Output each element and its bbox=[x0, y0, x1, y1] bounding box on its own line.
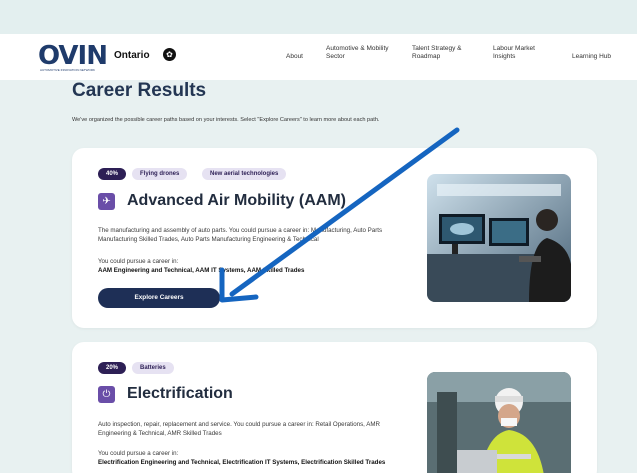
ontario-trillium-icon: ✿ bbox=[163, 48, 176, 61]
interest-tag: Batteries bbox=[132, 362, 174, 374]
page-title: Career Results bbox=[72, 80, 207, 101]
top-band bbox=[0, 0, 637, 34]
interest-tag: New aerial technologies bbox=[202, 168, 287, 180]
ovin-logo[interactable]: OVIN AUTOMOTIVE INNOVATION NETWORK bbox=[38, 41, 108, 73]
career-description: The manufacturing and assembly of auto p… bbox=[98, 227, 383, 243]
logo-text: OVIN bbox=[38, 41, 108, 71]
nav-automotive-mobility-sector[interactable]: Automotive & Mobility Sector bbox=[326, 45, 401, 61]
career-description: Auto inspection, repair, replacement and… bbox=[98, 421, 381, 437]
nav-labour-market-insights[interactable]: Labour Market Insights bbox=[493, 45, 547, 61]
career-card-aam: 40% Flying drones New aerial technologie… bbox=[72, 148, 597, 328]
career-paths: AAM Engineering and Technical, AAM IT Sy… bbox=[98, 267, 305, 274]
logo-subtitle: AUTOMOTIVE INNOVATION NETWORK bbox=[40, 68, 96, 72]
match-percent-badge: 20% bbox=[98, 362, 127, 374]
career-photo-engineer bbox=[427, 174, 571, 302]
career-title: Electrification bbox=[127, 385, 233, 402]
nav-talent-strategy[interactable]: Talent Strategy & Roadmap bbox=[412, 45, 472, 61]
match-percent-badge: 40% bbox=[98, 168, 127, 180]
plug-icon: ⏻ bbox=[98, 386, 115, 403]
career-title: Advanced Air Mobility (AAM) bbox=[127, 192, 346, 209]
intro-text: We've organized the possible career path… bbox=[72, 117, 380, 123]
career-photo-electrician bbox=[427, 372, 571, 473]
nav-about[interactable]: About bbox=[286, 53, 303, 61]
interest-tag: Flying drones bbox=[132, 168, 188, 180]
pursue-label: You could pursue a career in: bbox=[98, 258, 179, 265]
drone-icon: ✈ bbox=[98, 193, 115, 210]
ontario-label: Ontario bbox=[114, 50, 150, 61]
career-paths: Electrification Engineering and Technica… bbox=[98, 459, 386, 466]
site-header: OVIN AUTOMOTIVE INNOVATION NETWORK Ontar… bbox=[0, 34, 637, 80]
pursue-label: You could pursue a career in: bbox=[98, 450, 179, 457]
career-card-electrification: 20% Batteries ⏻ Electrification Auto ins… bbox=[72, 342, 597, 473]
nav-learning-hub[interactable]: Learning Hub bbox=[572, 53, 611, 61]
explore-careers-button[interactable]: Explore Careers bbox=[98, 288, 220, 308]
